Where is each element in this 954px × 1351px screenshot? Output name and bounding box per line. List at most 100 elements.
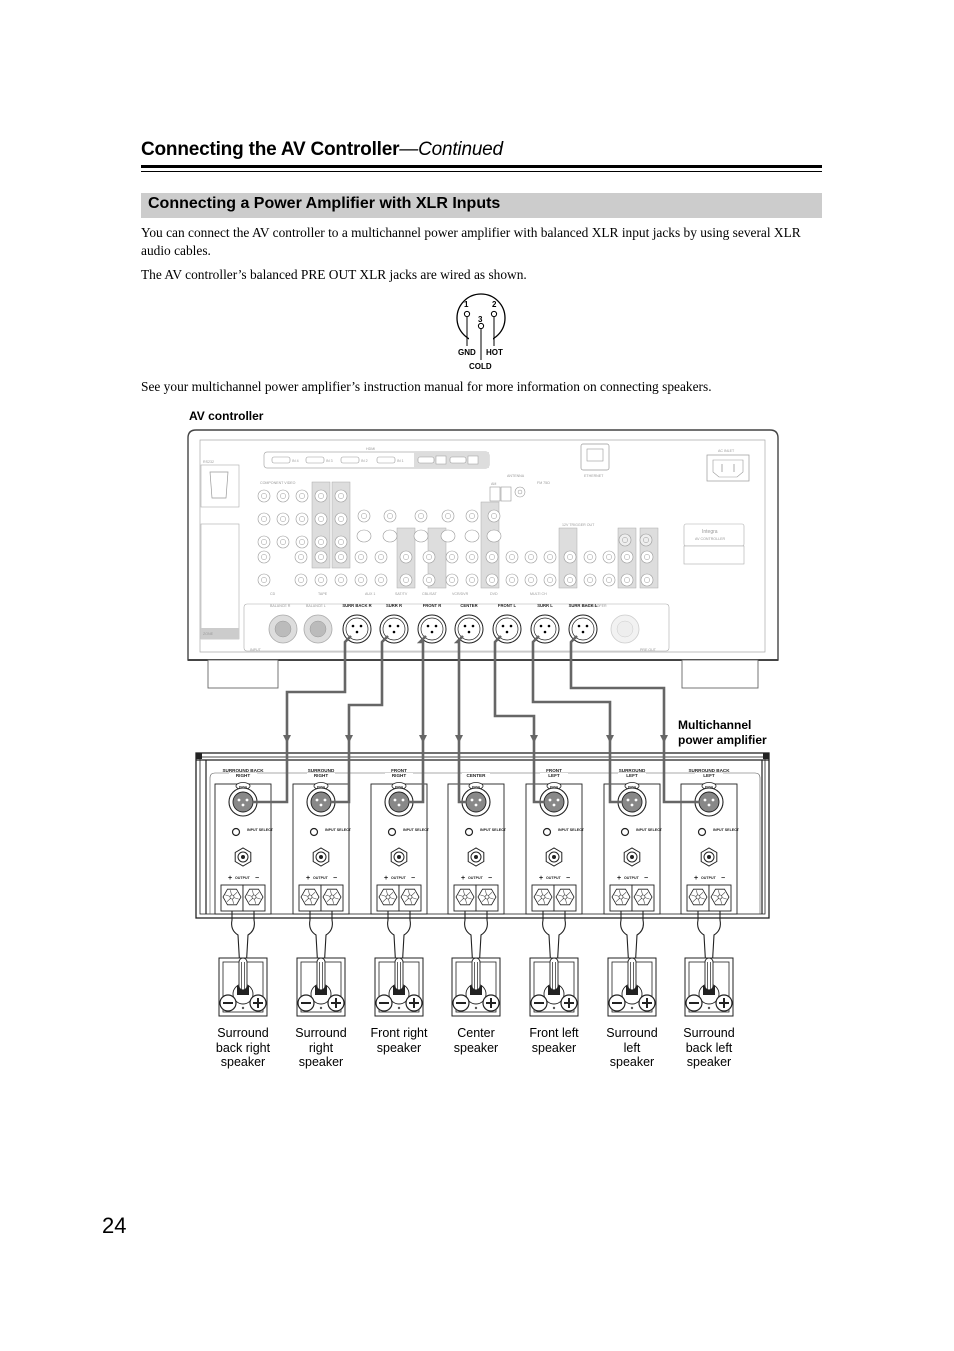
- rca-jack: [314, 489, 328, 503]
- analog-input-label: CBL/SAT: [422, 592, 438, 596]
- output-minus-label: −: [488, 875, 492, 882]
- speaker-label-line: speaker: [220, 1055, 266, 1069]
- amp-channel-label-line2: CENTER: [467, 773, 487, 778]
- output-plus-label: +: [694, 875, 698, 882]
- output-label: OUTPUT: [624, 876, 640, 880]
- rca-jack: [640, 550, 654, 564]
- rca-jack: [485, 550, 499, 564]
- rca-jack: [334, 512, 348, 526]
- rca-jack: [399, 550, 413, 564]
- speaker-terminals: [218, 911, 734, 1017]
- input-select-switch[interactable]: [542, 827, 552, 837]
- analog-input-label: MULTI CH: [530, 592, 547, 596]
- input-select-switch[interactable]: [387, 827, 397, 837]
- controller-xlr-label: FRONT L: [498, 603, 517, 608]
- speaker-terminal: [296, 911, 346, 1017]
- analog-input-label: VCR/DVR: [452, 592, 469, 596]
- output-plus-label: +: [539, 875, 543, 882]
- rca-jack: [334, 573, 348, 587]
- input-select-switch[interactable]: [620, 827, 630, 837]
- speaker-label-line: Surround: [606, 1026, 658, 1040]
- output-label: OUTPUT: [546, 876, 562, 880]
- controller-xlr-label: SURR BACK R: [342, 603, 371, 608]
- speaker-label: Surround left speaker: [592, 1026, 672, 1070]
- input-select-switch[interactable]: [464, 827, 474, 837]
- rca-jack: [276, 535, 290, 549]
- amp-channel: SURROUNDLEFTPUSHINPUT SELECT+ OUTPUT −: [603, 768, 663, 915]
- input-select-label: INPUT SELECT: [325, 828, 352, 832]
- speaker-label: Center speaker: [436, 1026, 516, 1055]
- pin-3-label: 3: [478, 315, 483, 324]
- speaker-label-line: speaker: [298, 1055, 344, 1069]
- rca-jack: [295, 512, 309, 526]
- xlr-pinout-diagram: 1 2 3 GND HOT COLD: [456, 293, 506, 371]
- fm-label: FM 75Ω: [537, 481, 550, 485]
- speaker-label-line: Front left: [529, 1026, 579, 1040]
- xlr-pin-3: [477, 322, 485, 330]
- rca-jack: [639, 533, 653, 547]
- speaker-label-line: speaker: [531, 1040, 577, 1055]
- amp-channel: SURROUNDRIGHTPUSHINPUT SELECT+ OUTPUT −: [292, 768, 352, 915]
- gnd-label: GND: [458, 348, 476, 357]
- amp-channel-label-line2: LEFT: [548, 773, 560, 778]
- minus-terminal-icon: [685, 994, 703, 1012]
- rca-jack: [257, 512, 271, 526]
- brand-label: Integra: [702, 529, 718, 535]
- input-select-switch[interactable]: [231, 827, 241, 837]
- rca-jack: [295, 535, 309, 549]
- balance-r-label: BALANCE R: [270, 604, 291, 608]
- plus-terminal-icon: [638, 994, 656, 1012]
- output-label: OUTPUT: [235, 876, 251, 880]
- output-plus-label: +: [461, 875, 465, 882]
- rca-jack: [620, 550, 634, 564]
- rca-jack: [314, 550, 328, 564]
- input-select-switch[interactable]: [309, 827, 319, 837]
- rca-jack: [422, 550, 436, 564]
- output-label: OUTPUT: [701, 876, 717, 880]
- input-select-label: INPUT SELECT: [636, 828, 663, 832]
- input-select-label: INPUT SELECT: [713, 828, 740, 832]
- amplifier-label-line1: Multichannel: [678, 718, 752, 732]
- output-label: OUTPUT: [391, 876, 407, 880]
- hdmi-port: [376, 456, 396, 464]
- rca-jack: [257, 573, 271, 587]
- plus-terminal-icon: [560, 994, 578, 1012]
- rca-jack: [441, 509, 455, 523]
- cable-arrow-icon: [455, 735, 463, 743]
- rca-jack: [563, 550, 577, 564]
- xlr-pin-1: [463, 310, 471, 318]
- analog-input-label: AUX 1: [365, 592, 375, 596]
- rca-jack: [257, 550, 271, 564]
- plus-terminal-icon: [405, 994, 423, 1012]
- speaker-label-line: speaker: [686, 1055, 732, 1069]
- rca-jack: [354, 550, 368, 564]
- hdmi-port-label: IN 4: [292, 459, 299, 463]
- output-plus-label: +: [306, 875, 310, 882]
- rca-jack: [445, 550, 459, 564]
- minus-terminal-icon: [452, 994, 470, 1012]
- plus-terminal-icon: [482, 994, 500, 1012]
- speaker-terminal: [218, 911, 268, 1017]
- rca-jack: [524, 573, 538, 587]
- speaker-label-line: Center: [457, 1026, 495, 1040]
- output-minus-label: −: [255, 875, 259, 882]
- rca-jack: [276, 512, 290, 526]
- speaker-terminal: [529, 911, 579, 1017]
- cold-label: COLD: [469, 362, 492, 371]
- rca-jack: [505, 573, 519, 587]
- output-plus-label: +: [617, 875, 621, 882]
- rca-jack: [465, 509, 479, 523]
- hdmi-label: HDMI: [366, 447, 375, 451]
- analog-input-label: SAT/TV: [395, 592, 408, 596]
- input-select-switch[interactable]: [697, 827, 707, 837]
- amplifier-label-line2: power amplifier: [678, 733, 767, 747]
- controller-foot-right: [681, 659, 759, 689]
- cable-arrow-icon: [606, 735, 614, 743]
- output-minus-label: −: [644, 875, 648, 882]
- output-minus-label: −: [566, 875, 570, 882]
- cable-arrow-icon: [660, 735, 668, 743]
- minus-terminal-icon: [608, 994, 626, 1012]
- rca-jack: [602, 573, 616, 587]
- output-label: OUTPUT: [313, 876, 329, 880]
- speaker-label-line: speaker: [376, 1040, 422, 1055]
